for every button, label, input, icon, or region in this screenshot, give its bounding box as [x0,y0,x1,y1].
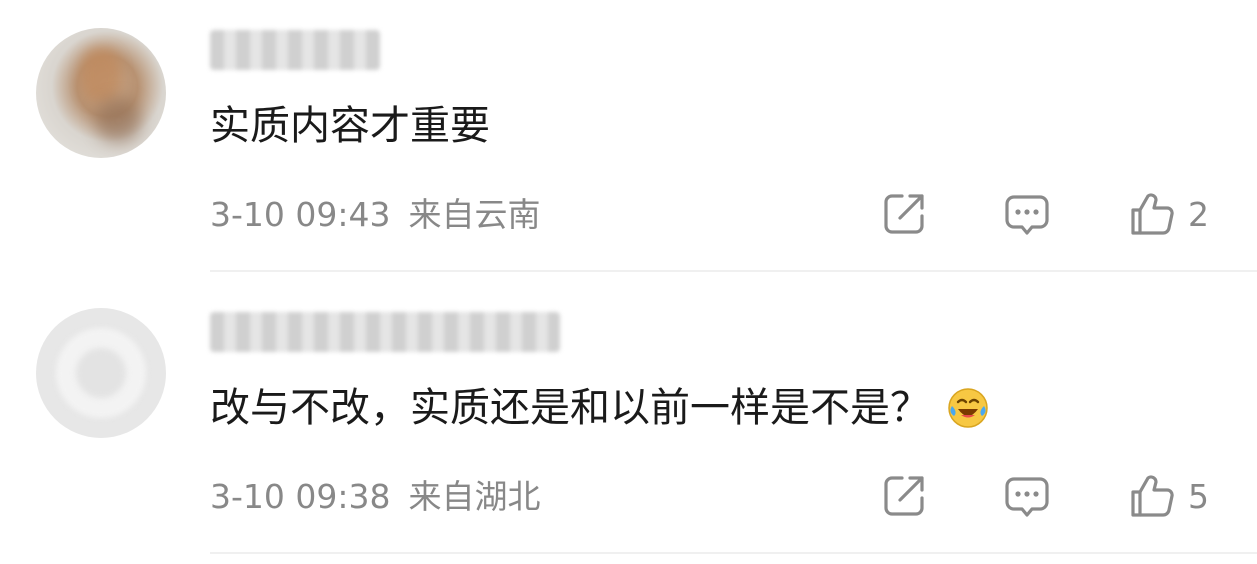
divider [210,552,1257,554]
comment-time: 3-10 09:38 [210,477,391,516]
laughing-tears-emoji [946,386,990,430]
share-button[interactable] [880,190,928,238]
share-button[interactable] [880,472,928,520]
comment-time: 3-10 09:43 [210,195,391,234]
comment-location: 来自云南 [408,195,541,234]
username-blurred[interactable] [210,30,380,70]
avatar-image-detail [81,48,121,103]
comment-item: 实质内容才重要 3-10 09:43 来自云南 2 [0,0,1257,282]
comment-icon [1005,195,1049,235]
comment-location: 来自湖北 [408,477,541,516]
share-icon [884,476,924,516]
comment-icon [1005,477,1049,517]
divider [210,270,1257,272]
thumbs-up-icon [1131,193,1174,235]
comment-text-content: 改与不改，实质还是和以前一样是不是？ [210,385,930,431]
share-icon [884,194,924,234]
avatar[interactable] [36,308,166,438]
reply-button[interactable] [1002,472,1052,520]
like-button[interactable]: 5 [1128,472,1209,520]
comment-meta: 3-10 09:43 来自云南 [210,195,541,235]
like-count: 5 [1188,476,1209,516]
like-button[interactable]: 2 [1128,190,1209,238]
avatar-image-detail [76,348,126,398]
comment-meta: 3-10 09:38 来自湖北 [210,477,541,517]
comment-item: 改与不改，实质还是和以前一样是不是？ 3-10 09:38 来自湖北 5 [0,282,1257,564]
avatar[interactable] [36,28,166,158]
like-count: 2 [1188,194,1209,234]
comment-text-content: 实质内容才重要 [210,103,490,149]
username-blurred[interactable] [210,312,560,352]
thumbs-up-icon [1131,475,1174,517]
reply-button[interactable] [1002,190,1052,238]
comment-text: 实质内容才重要 [210,100,490,152]
comment-text: 改与不改，实质还是和以前一样是不是？ [210,382,990,434]
avatar-image-detail [96,98,141,143]
